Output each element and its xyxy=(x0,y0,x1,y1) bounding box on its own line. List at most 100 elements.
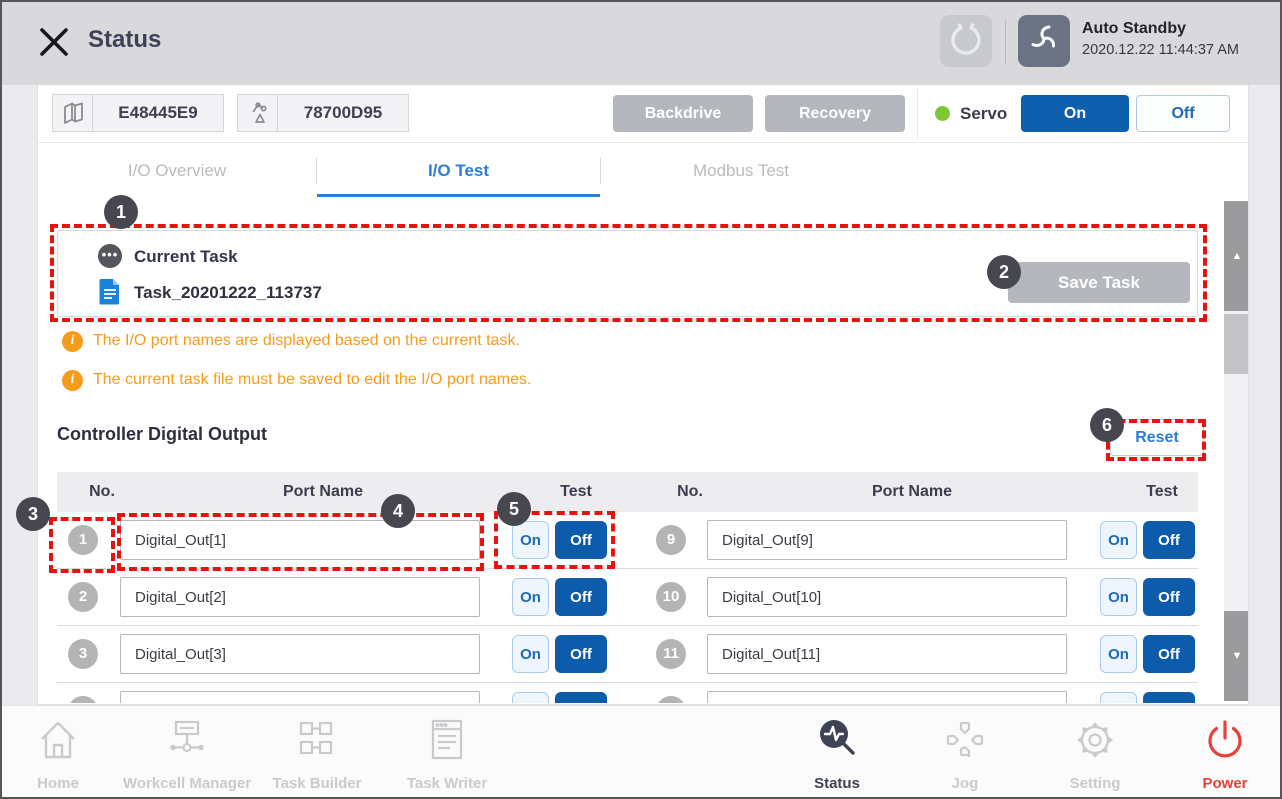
current-task-label: Current Task xyxy=(134,247,238,267)
test-off-button[interactable]: Off xyxy=(1143,578,1195,616)
notice-text: The I/O port names are displayed based o… xyxy=(93,331,520,350)
port-name-input[interactable] xyxy=(707,634,1067,674)
recovery-button[interactable]: Recovery xyxy=(765,95,905,132)
io-row: 3 On Off 11 On Off xyxy=(38,626,1220,682)
port-name-input[interactable] xyxy=(707,520,1067,560)
notice-row: i The I/O port names are displayed based… xyxy=(62,331,520,352)
task-writer-icon xyxy=(423,716,471,769)
nav-setting[interactable]: Setting xyxy=(1030,716,1160,792)
port-number xyxy=(656,696,686,703)
refresh-button[interactable] xyxy=(940,15,992,67)
nav-home[interactable]: Home xyxy=(0,716,123,792)
current-task-name: Task_20201222_113737 xyxy=(134,283,322,303)
port-number: 9 xyxy=(656,525,686,555)
servo-label: Servo xyxy=(960,104,1007,124)
io-row: 2 On Off 10 On Off xyxy=(38,569,1220,625)
backdrive-button[interactable]: Backdrive xyxy=(613,95,753,132)
notice-text: The current task file must be saved to e… xyxy=(93,370,531,389)
jog-dpad-icon xyxy=(941,716,989,769)
col-test: Test xyxy=(1122,472,1202,512)
servo-status-dot xyxy=(935,106,950,121)
test-off-button[interactable]: Off xyxy=(1143,692,1195,703)
auto-mode-swirl-icon xyxy=(1026,21,1062,62)
save-task-button[interactable]: Save Task xyxy=(1008,262,1190,303)
col-port-name: Port Name xyxy=(766,472,1058,512)
port-number: 2 xyxy=(68,582,98,612)
test-on-button[interactable]: On xyxy=(1100,578,1137,616)
port-name-input[interactable] xyxy=(120,520,480,560)
close-icon[interactable] xyxy=(36,24,72,60)
task-file-icon xyxy=(99,278,121,310)
test-on-button[interactable]: On xyxy=(1100,521,1137,559)
test-on-button[interactable]: On xyxy=(512,635,549,673)
nav-status[interactable]: Status xyxy=(772,716,902,792)
test-off-button[interactable]: Off xyxy=(1143,521,1195,559)
io-row-partial: On Off On Off xyxy=(38,683,1220,703)
status-screen: Status Auto Standby 2020.12.22 11:44:37 … xyxy=(0,0,1282,799)
port-number: 10 xyxy=(656,582,686,612)
servo-on-button[interactable]: On xyxy=(1021,95,1129,132)
status-pulse-icon xyxy=(813,716,861,769)
test-on-button[interactable]: On xyxy=(512,692,549,703)
test-off-button[interactable]: Off xyxy=(555,692,607,703)
current-task-panel: ••• Current Task Task_20201222_113737 Sa… xyxy=(57,230,1198,317)
nav-power[interactable]: Power xyxy=(1160,716,1282,792)
main-panel: E48445E9 78700D95 Backdrive Recovery Ser… xyxy=(37,85,1249,705)
vertical-scrollbar: ▲ ▼ xyxy=(1224,201,1248,701)
port-number: 11 xyxy=(656,639,686,669)
scroll-up-button[interactable]: ▲ xyxy=(1224,201,1248,311)
port-name-input[interactable] xyxy=(707,691,1067,703)
nav-jog[interactable]: Jog xyxy=(900,716,1030,792)
mode-timestamp: 2020.12.22 11:44:37 AM xyxy=(1082,42,1239,58)
mode-label: Auto Standby xyxy=(1082,20,1239,38)
io-test-content: ••• Current Task Task_20201222_113737 Sa… xyxy=(38,197,1248,703)
test-off-button[interactable]: Off xyxy=(555,521,607,559)
col-test: Test xyxy=(536,472,616,512)
reset-button[interactable]: Reset xyxy=(1110,419,1204,456)
test-on-button[interactable]: On xyxy=(1100,692,1137,703)
tab-io-test[interactable]: I/O Test xyxy=(317,143,600,198)
col-no: No. xyxy=(665,472,715,512)
mode-status: Auto Standby 2020.12.22 11:44:37 AM xyxy=(1082,20,1239,58)
gripper-icon xyxy=(949,22,983,61)
auto-mode-button[interactable] xyxy=(1018,15,1070,67)
notice-row: i The current task file must be saved to… xyxy=(62,370,531,391)
scrollbar-thumb[interactable] xyxy=(1224,314,1248,374)
tab-modbus-test[interactable]: Modbus Test xyxy=(601,143,881,198)
workcell-manager-icon xyxy=(163,716,211,769)
port-name-input[interactable] xyxy=(120,691,480,703)
servo-off-button[interactable]: Off xyxy=(1136,95,1230,132)
test-on-button[interactable]: On xyxy=(512,521,549,559)
ellipsis-icon: ••• xyxy=(98,244,122,268)
gear-icon xyxy=(1071,716,1119,769)
col-port-name: Port Name xyxy=(177,472,469,512)
nav-workcell-manager[interactable]: Workcell Manager xyxy=(122,716,252,792)
home-icon xyxy=(34,716,82,769)
col-no: No. xyxy=(77,472,127,512)
controller-id-value: E48445E9 xyxy=(93,95,223,131)
toolbar-divider xyxy=(917,89,918,138)
test-on-button[interactable]: On xyxy=(512,578,549,616)
section-title: Controller Digital Output xyxy=(57,424,267,445)
status-toolbar: E48445E9 78700D95 Backdrive Recovery Ser… xyxy=(38,85,1248,142)
nav-task-builder[interactable]: Task Builder xyxy=(252,716,382,792)
port-number: 3 xyxy=(68,639,98,669)
test-off-button[interactable]: Off xyxy=(555,578,607,616)
bottom-navigation: Home Workcell Manager Task Builder Task … xyxy=(2,705,1282,799)
port-name-input[interactable] xyxy=(120,577,480,617)
controller-icon xyxy=(53,95,93,131)
io-row: 1 On Off 9 On Off xyxy=(38,512,1220,568)
port-name-input[interactable] xyxy=(120,634,480,674)
port-number xyxy=(68,696,98,703)
tab-io-overview[interactable]: I/O Overview xyxy=(38,143,316,198)
port-name-input[interactable] xyxy=(707,577,1067,617)
status-tabs: I/O Overview I/O Test Modbus Test xyxy=(38,142,1248,197)
scroll-down-button[interactable]: ▼ xyxy=(1224,611,1248,701)
test-off-button[interactable]: Off xyxy=(1143,635,1195,673)
nav-task-writer[interactable]: Task Writer xyxy=(382,716,512,792)
robot-id-field: 78700D95 xyxy=(237,94,409,132)
info-icon: i xyxy=(62,331,83,352)
test-off-button[interactable]: Off xyxy=(555,635,607,673)
test-on-button[interactable]: On xyxy=(1100,635,1137,673)
page-title: Status xyxy=(88,26,161,54)
